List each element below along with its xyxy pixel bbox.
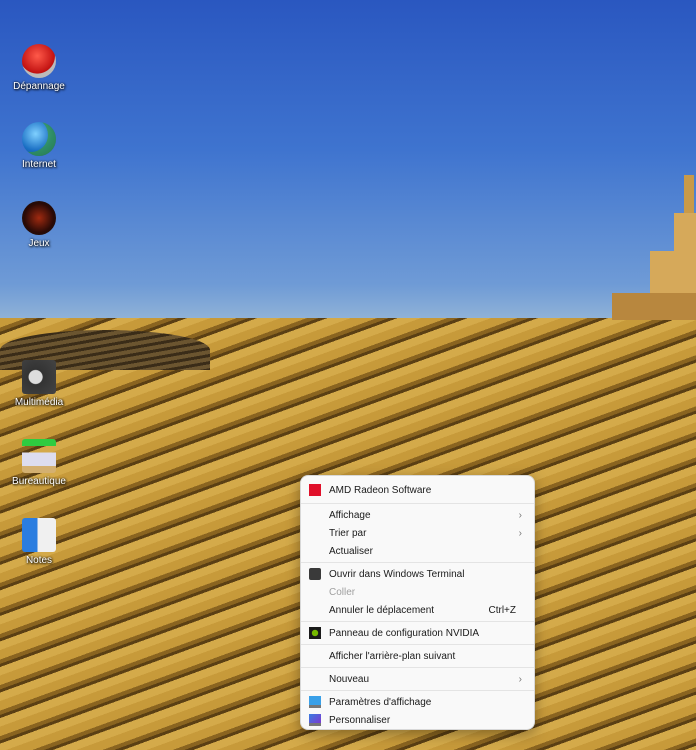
amd-icon — [309, 484, 321, 496]
film-reel-folder-icon — [22, 360, 56, 394]
menu-separator — [301, 667, 534, 668]
menu-label: Actualiser — [329, 545, 373, 557]
icon-label: Bureautique — [12, 476, 66, 487]
menu-separator — [301, 503, 534, 504]
shortcut-label: Ctrl+Z — [488, 604, 517, 616]
menu-separator — [301, 621, 534, 622]
menu-item-windows-terminal[interactable]: Ouvrir dans Windows Terminal — [305, 565, 530, 583]
icon-label: Jeux — [28, 238, 50, 249]
help-button-icon — [22, 44, 56, 78]
menu-label: Panneau de configuration NVIDIA — [329, 627, 480, 639]
menu-label: Afficher l'arrière-plan suivant — [329, 650, 456, 662]
desktop-icon-jeux[interactable]: Jeux — [0, 201, 78, 249]
menu-label: Coller — [329, 586, 356, 598]
display-settings-icon — [309, 696, 321, 708]
chevron-right-icon: › — [518, 673, 522, 685]
menu-item-arriere-plan-suivant[interactable]: Afficher l'arrière-plan suivant — [305, 647, 530, 665]
menu-item-parametres-affichage[interactable]: Paramètres d'affichage — [305, 693, 530, 711]
notes-icon — [22, 518, 56, 552]
icon-label: Dépannage — [13, 81, 65, 92]
menu-label: Ouvrir dans Windows Terminal — [329, 568, 465, 580]
menu-item-trier-par[interactable]: Trier par › — [305, 524, 530, 542]
icon-label: Notes — [25, 555, 53, 566]
stupa-ruin — [612, 175, 696, 320]
terminal-icon — [309, 568, 321, 580]
menu-item-nvidia[interactable]: Panneau de configuration NVIDIA — [305, 624, 530, 642]
office-lamp-icon — [22, 439, 56, 473]
menu-separator — [301, 644, 534, 645]
icon-label: Multimédia — [14, 397, 64, 408]
menu-separator — [301, 690, 534, 691]
desktop-icon-multimedia[interactable]: Multimédia — [0, 360, 78, 408]
desktop-icon-notes[interactable]: Notes — [0, 518, 78, 566]
menu-item-actualiser[interactable]: Actualiser — [305, 542, 530, 560]
menu-item-personnaliser[interactable]: Personnaliser — [305, 711, 530, 729]
globe-icon — [22, 122, 56, 156]
menu-label: Annuler le déplacement — [329, 604, 435, 616]
games-icon — [22, 201, 56, 235]
menu-label: Trier par — [329, 527, 367, 539]
personalize-icon — [309, 714, 321, 726]
menu-label: Nouveau — [329, 673, 370, 685]
menu-label: AMD Radeon Software — [329, 484, 432, 496]
desktop-context-menu: AMD Radeon Software Affichage › Trier pa… — [300, 475, 535, 730]
nvidia-icon — [309, 627, 321, 639]
menu-separator — [301, 562, 534, 563]
chevron-right-icon: › — [518, 509, 522, 521]
menu-label: Personnaliser — [329, 714, 391, 726]
desktop-icon-internet[interactable]: Internet — [0, 122, 78, 170]
desktop-icon-bureautique[interactable]: Bureautique — [0, 439, 78, 487]
menu-item-affichage[interactable]: Affichage › — [305, 506, 530, 524]
chevron-right-icon: › — [518, 527, 522, 539]
desktop-icon-depannage[interactable]: Dépannage — [0, 44, 78, 92]
menu-item-amd-radeon[interactable]: AMD Radeon Software — [305, 479, 530, 501]
menu-item-annuler-deplacement[interactable]: Annuler le déplacement Ctrl+Z — [305, 601, 530, 619]
menu-label: Affichage — [329, 509, 371, 521]
menu-label: Paramètres d'affichage — [329, 696, 432, 708]
menu-item-coller: Coller — [305, 583, 530, 601]
menu-item-nouveau[interactable]: Nouveau › — [305, 670, 530, 688]
icon-label: Internet — [22, 159, 56, 170]
